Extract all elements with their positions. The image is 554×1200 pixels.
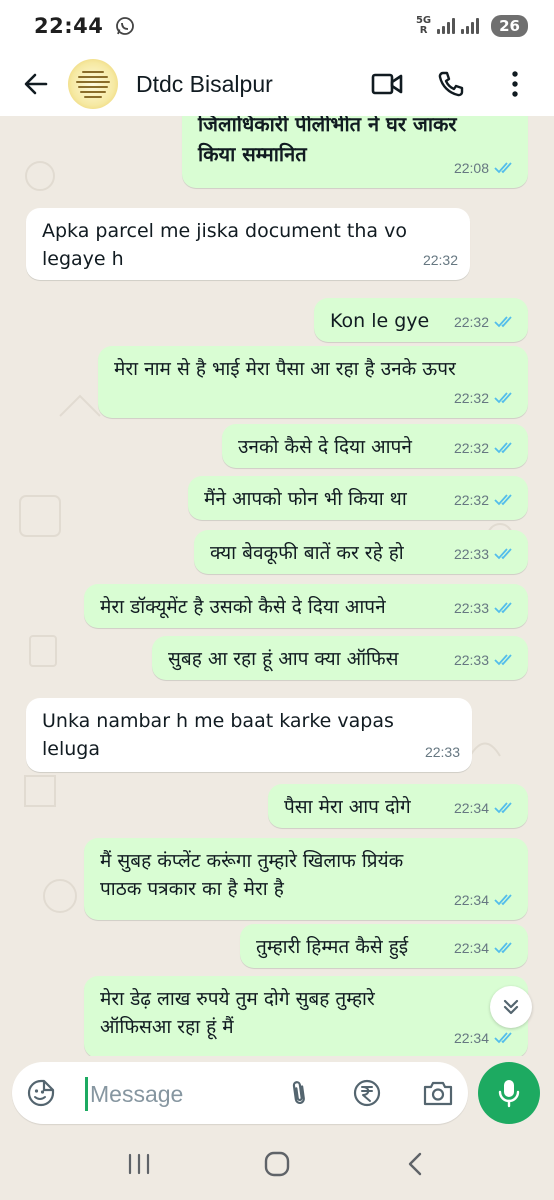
video-call-icon bbox=[371, 73, 403, 95]
home-button[interactable] bbox=[255, 1142, 299, 1186]
network-type: 5G R bbox=[415, 15, 432, 36]
back-nav-icon bbox=[408, 1152, 422, 1176]
camera-icon[interactable] bbox=[422, 1078, 454, 1108]
back-arrow-icon bbox=[24, 73, 48, 95]
signal-2-icon bbox=[461, 18, 480, 34]
attach-icon[interactable] bbox=[284, 1078, 314, 1108]
message-bubble-outgoing[interactable]: मेरा नाम से है भाई मेरा पैसा आ रहा है उन… bbox=[98, 346, 528, 418]
read-ticks-icon bbox=[494, 316, 512, 328]
message-text: मैं सुबह कंप्लेंट करूंगा तुम्हारे खिलाफ … bbox=[100, 850, 404, 900]
more-options-icon bbox=[512, 71, 518, 97]
message-bubble-incoming[interactable]: Unka nambar h me baat karke vapas leluga… bbox=[26, 698, 472, 772]
read-ticks-icon bbox=[494, 654, 512, 666]
back-button[interactable] bbox=[14, 62, 58, 106]
message-time: 22:34 bbox=[453, 800, 489, 816]
message-bubble-outgoing[interactable]: पैसा मेरा आप दोगे 22:34 bbox=[268, 784, 528, 828]
message-time: 22:32 bbox=[453, 492, 489, 508]
message-bubble-outgoing[interactable]: तुम्हारी हिम्मत कैसे हुई 22:34 bbox=[240, 924, 528, 968]
message-time: 22:33 bbox=[453, 600, 489, 616]
message-time: 22:33 bbox=[453, 652, 489, 668]
voice-call-button[interactable] bbox=[434, 67, 468, 101]
voice-call-icon bbox=[438, 71, 464, 97]
message-time: 22:32 bbox=[453, 440, 489, 456]
message-bubble-outgoing[interactable]: जिलाधिकारी पीलीभीत ने घर जाकर किया सम्मा… bbox=[182, 116, 528, 188]
status-indicators: 5G R 26 bbox=[416, 15, 528, 37]
message-bubble-outgoing[interactable]: मेरा डेढ़ लाख रुपये तुम दोगे सुबह तुम्हा… bbox=[84, 976, 528, 1056]
message-input-pill[interactable] bbox=[12, 1062, 468, 1124]
message-time: 22:34 bbox=[453, 1030, 489, 1046]
message-time: 22:32 bbox=[422, 252, 458, 268]
recent-apps-icon bbox=[128, 1153, 150, 1175]
read-ticks-icon bbox=[494, 1032, 512, 1044]
read-ticks-icon bbox=[494, 942, 512, 954]
mic-icon bbox=[498, 1080, 520, 1108]
read-ticks-icon bbox=[494, 548, 512, 560]
message-text: मेरा डॉक्यूमेंट है उसको कैसे दे दिया आपन… bbox=[100, 596, 386, 618]
battery-badge: 26 bbox=[491, 15, 528, 37]
read-ticks-icon bbox=[494, 894, 512, 906]
message-time: 22:34 bbox=[453, 892, 489, 908]
read-ticks-icon bbox=[494, 802, 512, 814]
scroll-down-icon bbox=[503, 999, 519, 1015]
rupee-payment-icon[interactable] bbox=[352, 1078, 382, 1108]
back-nav-button[interactable] bbox=[393, 1142, 437, 1186]
message-bubble-outgoing[interactable]: उनको कैसे दे दिया आपने 22:32 bbox=[222, 424, 528, 468]
message-bubble-outgoing[interactable]: सुबह आ रहा हूं आप क्या ऑफिस 22:33 bbox=[152, 636, 528, 680]
text-cursor bbox=[85, 1077, 88, 1111]
read-ticks-icon bbox=[494, 602, 512, 614]
message-bubble-incoming[interactable]: Apka parcel me jiska document tha vo leg… bbox=[26, 208, 470, 280]
message-time: 22:32 bbox=[453, 314, 489, 330]
mic-button[interactable] bbox=[478, 1062, 540, 1124]
chat-area[interactable]: जिलाधिकारी पीलीभीत ने घर जाकर किया सम्मा… bbox=[0, 116, 554, 1056]
more-options-button[interactable] bbox=[498, 67, 532, 101]
message-bubble-outgoing[interactable]: Kon le gye 22:32 bbox=[314, 298, 528, 342]
system-navigation-bar bbox=[0, 1128, 554, 1200]
message-time: 22:33 bbox=[424, 744, 460, 760]
chat-header: Dtdc Bisalpur bbox=[0, 52, 554, 116]
message-text: मेरा डेढ़ लाख रुपये तुम दोगे सुबह तुम्हा… bbox=[100, 988, 375, 1038]
read-ticks-icon bbox=[494, 442, 512, 454]
message-text: Apka parcel me jiska document tha vo leg… bbox=[42, 220, 407, 270]
contact-name[interactable]: Dtdc Bisalpur bbox=[136, 71, 273, 98]
message-input[interactable] bbox=[90, 1074, 280, 1114]
message-bubble-outgoing[interactable]: मैं सुबह कंप्लेंट करूंगा तुम्हारे खिलाफ … bbox=[84, 838, 528, 920]
read-ticks-icon bbox=[494, 392, 512, 404]
message-text: मेरा नाम से है भाई मेरा पैसा आ रहा है उन… bbox=[114, 358, 456, 380]
message-time: 22:32 bbox=[453, 390, 489, 406]
scroll-to-bottom-button[interactable] bbox=[490, 986, 532, 1028]
message-bubble-outgoing[interactable]: मेरा डॉक्यूमेंट है उसको कैसे दे दिया आपन… bbox=[84, 584, 528, 628]
video-call-button[interactable] bbox=[370, 67, 404, 101]
read-ticks-icon bbox=[494, 162, 512, 174]
message-bubble-outgoing[interactable]: मैंने आपको फोन भी किया था 22:32 bbox=[188, 476, 528, 520]
signal-icon bbox=[437, 18, 456, 34]
status-time: 22:44 bbox=[34, 14, 104, 38]
recent-apps-button[interactable] bbox=[117, 1142, 161, 1186]
read-ticks-icon bbox=[494, 494, 512, 506]
message-time: 22:08 bbox=[453, 160, 489, 176]
message-time: 22:33 bbox=[453, 546, 489, 562]
message-time: 22:34 bbox=[453, 940, 489, 956]
avatar[interactable] bbox=[68, 59, 118, 109]
whatsapp-notification-icon bbox=[116, 17, 135, 35]
message-composer bbox=[0, 1056, 554, 1128]
message-bubble-outgoing[interactable]: क्या बेवकूफी बातें कर रहे हो 22:33 bbox=[194, 530, 528, 574]
home-icon bbox=[264, 1151, 290, 1177]
emoji-sticker-icon[interactable] bbox=[26, 1078, 56, 1108]
status-bar: 22:44 5G R 26 bbox=[0, 0, 554, 52]
message-text: Unka nambar h me baat karke vapas leluga bbox=[42, 710, 394, 760]
